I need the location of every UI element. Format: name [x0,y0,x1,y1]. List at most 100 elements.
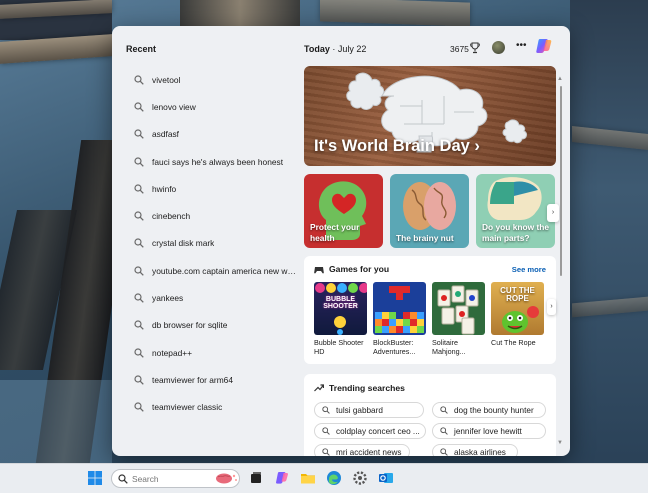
search-icon [322,406,330,414]
game-tile[interactable]: BUBBLE SHOOTER Bubble Shooter HD [314,282,367,357]
game-thumbnail [432,282,485,335]
recent-searches: Recent vivetool lenovo view asdfasf fauc… [112,26,298,456]
search-icon [134,320,144,331]
search-flyout: Recent vivetool lenovo view asdfasf fauc… [112,26,570,456]
games-section: Games for you See more BUBBLE SHOOTER Bu… [304,256,556,364]
recent-item-label: fauci says he's always been honest [152,156,284,167]
search-icon [322,427,330,435]
game-name: Bubble Shooter HD [314,338,364,357]
scroll-down-arrow-icon[interactable]: ▼ [557,440,563,446]
recent-item-label: cinebench [152,211,191,222]
card-main-parts[interactable]: Do you know the main parts? [476,174,555,248]
chevron-right-icon[interactable]: › [547,299,556,315]
recent-item-label: lenovo view [152,101,196,112]
trending-pill[interactable]: jennifer love hewitt [432,423,546,439]
recent-item-label: db browser for sqlite [152,320,228,331]
recent-item[interactable]: youtube.com captain america new wo... [134,257,298,284]
recent-item[interactable]: cinebench [134,202,298,229]
scrollbar-thumb[interactable] [560,86,562,276]
game-name: Solitaire Mahjong... [432,338,466,357]
trending-pill[interactable]: tulsi gabbard [314,402,424,418]
blocks-art [375,286,424,333]
trending-pill-label: tulsi gabbard [336,405,383,415]
recent-item-label: notepad++ [152,347,193,358]
search-icon [134,75,144,85]
recent-item-label: asdfasf [152,129,180,140]
search-icon [134,402,144,412]
date-label: Today · July 22 [304,44,366,54]
recent-item[interactable]: crystal disk mark [134,230,298,257]
chevron-right-icon[interactable]: › [547,204,559,222]
trending-header: Trending searches [314,383,405,393]
card-protect-health[interactable]: Protect your health [304,174,383,248]
windows-start-icon[interactable] [88,471,102,485]
recent-item[interactable]: asdfasf [134,121,298,148]
recent-item[interactable]: hwinfo [134,175,298,202]
trending-pill-label: alaska airlines [454,447,506,457]
recent-list: vivetool lenovo view asdfasf fauci says … [134,66,298,421]
outlook-icon[interactable] [378,470,394,486]
recent-item-label: vivetool [152,74,181,85]
recent-item[interactable]: notepad++ [134,339,298,366]
game-tile[interactable]: Solitaire Mahjong... [432,282,485,357]
game-tile[interactable]: BlockBuster: Adventures... [373,282,426,357]
trending-title: Trending searches [329,383,405,393]
games-header: Games for you [314,264,389,274]
search-icon [440,406,448,414]
day-label: Today [304,44,330,54]
game-tile[interactable]: CUT THE ROPE Cut The Rope [491,282,544,347]
card-label: The brainy nut [396,232,454,243]
recent-item[interactable]: teamviewer for arm64 [134,366,298,393]
chevron-right-icon: › [474,137,480,155]
recent-item[interactable]: lenovo view [134,93,298,120]
recent-title: Recent [126,44,157,54]
avatar[interactable] [492,41,505,54]
search-icon [134,238,144,249]
trending-pill-label: jennifer love hewitt [454,426,522,436]
taskbar-search-input[interactable] [132,472,204,485]
search-icon [134,211,144,221]
recent-item[interactable]: yankees [134,284,298,311]
trophy-icon[interactable] [470,42,480,54]
recent-item[interactable]: teamviewer classic [134,394,298,421]
date-value: July 22 [337,44,367,54]
game-thumbnail [373,282,426,335]
trending-pill[interactable]: coldplay concert ceo ... [314,423,426,439]
rewards-points[interactable]: 3675 [450,44,469,54]
settings-gear-icon[interactable] [352,470,368,486]
trending-icon [314,384,324,392]
file-explorer-icon[interactable] [300,470,316,486]
task-view-icon[interactable] [248,470,264,486]
recent-item[interactable]: db browser for sqlite [134,312,298,339]
see-more-link[interactable]: See more [512,265,546,274]
more-options-icon[interactable]: ••• [516,40,527,51]
controller-icon [314,266,324,273]
search-icon [134,184,144,194]
topic-cards: Protect your health The brainy nut Do yo… [304,174,564,248]
taskbar [0,463,648,493]
trending-pill[interactable]: mri accident news [314,444,410,456]
game-name: BlockBuster: Adventures... [373,338,416,357]
recent-item[interactable]: fauci says he's always been honest [134,148,298,175]
hero-card[interactable]: It's World Brain Day › [304,66,556,166]
trending-section: Trending searches tulsi gabbard dog the … [304,374,556,456]
trending-pill[interactable]: dog the bounty hunter [432,402,546,418]
search-icon [322,448,330,456]
search-icon [134,129,144,139]
recent-item-label: teamviewer classic [152,402,223,413]
card-brainy-nut[interactable]: The brainy nut [390,174,469,248]
recent-item-label: youtube.com captain america new wo... [152,265,298,276]
om-nom-art [502,306,539,333]
search-icon [118,474,128,484]
search-icon [134,348,144,358]
copilot-icon[interactable] [534,36,554,56]
trending-pill[interactable]: alaska airlines [432,444,518,456]
recent-item-label: teamviewer for arm64 [152,374,233,385]
mahjong-art [437,285,479,335]
recent-item[interactable]: vivetool [134,66,298,93]
copilot-icon[interactable] [274,470,290,486]
taskbar-search-box[interactable] [111,469,240,488]
scroll-up-arrow-icon[interactable]: ▲ [557,76,563,82]
edge-browser-icon[interactable] [326,470,342,486]
recent-item-label: yankees [152,293,184,304]
